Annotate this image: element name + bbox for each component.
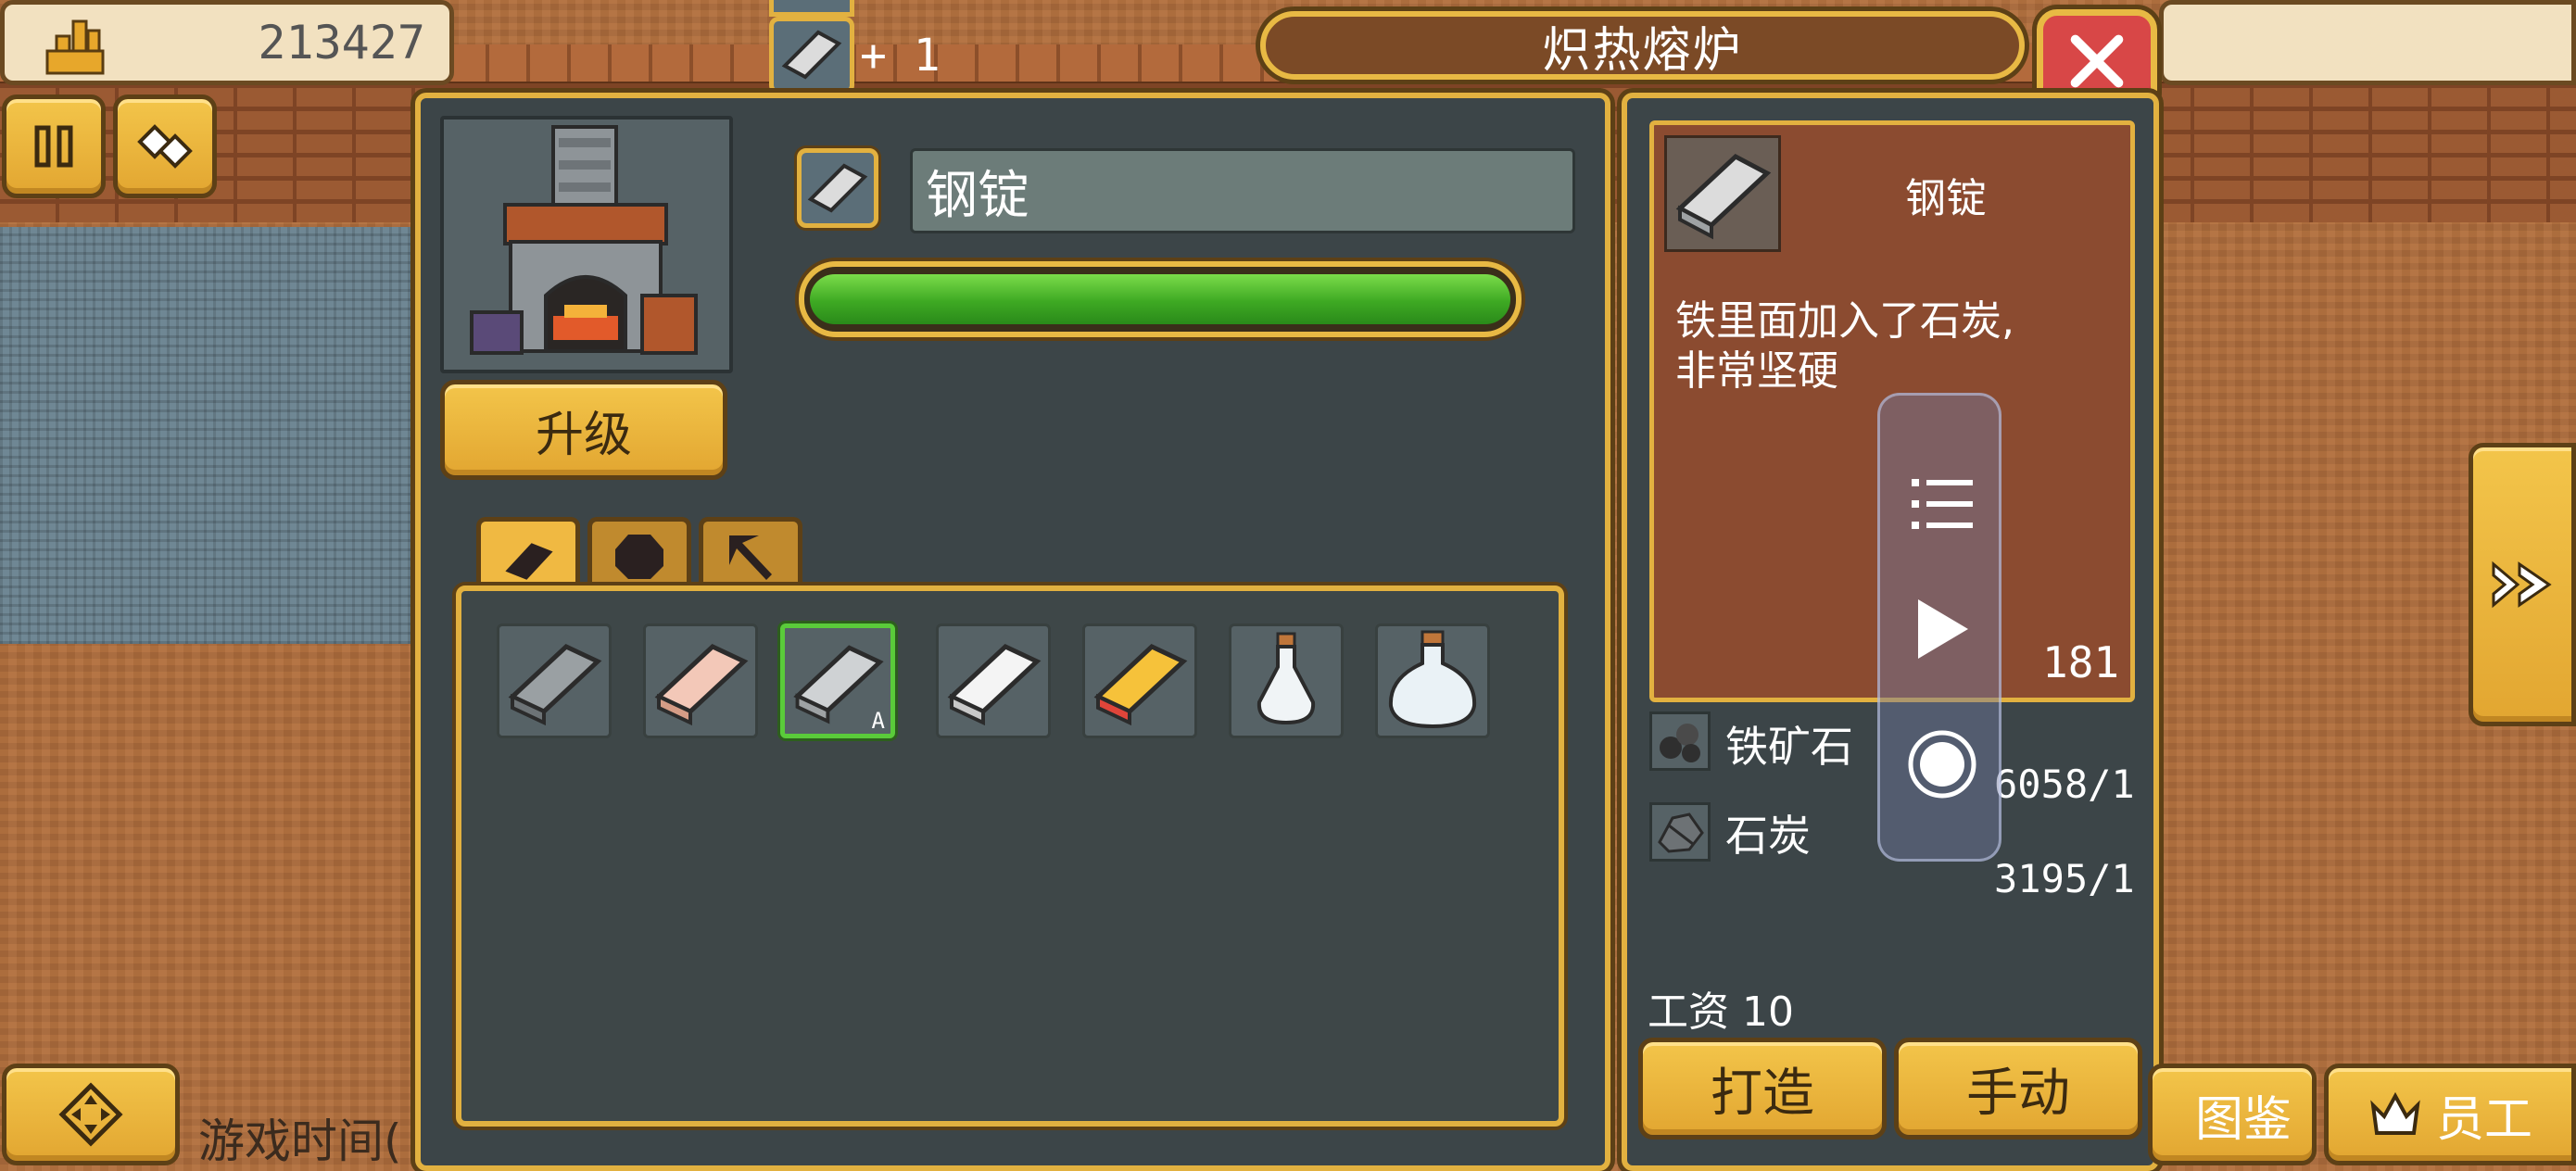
material-name: 铁矿石 xyxy=(1725,722,1853,772)
large-potion-icon xyxy=(1388,630,1477,729)
coin-stack-icon xyxy=(45,19,105,75)
manual-button[interactable]: 手动 xyxy=(1894,1038,2142,1140)
record-button[interactable] xyxy=(1880,729,2004,800)
product-icon-box xyxy=(797,148,878,228)
material-name: 石炭 xyxy=(1725,811,1811,861)
copper-ingot-icon xyxy=(654,644,749,726)
gold-ingot-icon xyxy=(1093,644,1188,726)
tab-gems[interactable] xyxy=(587,517,691,591)
tab-tools[interactable] xyxy=(699,517,802,591)
furnace-icon xyxy=(470,125,698,355)
steel-ingot-icon xyxy=(807,163,868,213)
next-page-button[interactable] xyxy=(2469,443,2576,726)
iron-ore-icon xyxy=(1660,724,1700,762)
staff-label: 员工 xyxy=(2435,1091,2532,1148)
top-right-bar xyxy=(2159,0,2576,85)
detail-owned-count: 181 xyxy=(2042,637,2120,687)
detail-item-name: 钢锭 xyxy=(1905,175,1987,222)
upgrade-button[interactable]: 升级 xyxy=(440,380,727,480)
gems-icon xyxy=(137,124,193,169)
crown-icon xyxy=(2370,1091,2420,1135)
queue-card[interactable] xyxy=(769,17,854,94)
upgrade-label: 升级 xyxy=(535,407,632,463)
description-line-2: 非常坚硬 xyxy=(1675,347,1838,395)
craft-label: 打造 xyxy=(1711,1063,1814,1124)
steel-ingot-icon xyxy=(1675,153,1772,240)
queue-card-above xyxy=(769,0,854,17)
window-title: 炽热熔炉 xyxy=(1260,11,2025,80)
craft-button[interactable]: 打造 xyxy=(1638,1038,1887,1140)
double-chevron-right-icon xyxy=(2492,560,2552,609)
money-panel: 213427 xyxy=(0,0,454,85)
recipe-slot-copper-ingot[interactable] xyxy=(643,623,758,738)
encyclopedia-button[interactable]: 图鉴 xyxy=(2148,1064,2317,1165)
material-quantity: 6058/1 xyxy=(1994,762,2135,807)
game-time-label: 游戏时间( xyxy=(198,1114,402,1168)
slot-auto-tag: A xyxy=(871,708,885,734)
stone-tile-floor xyxy=(0,227,436,644)
product-name: 钢锭 xyxy=(926,165,1029,226)
queue-count: + 1 xyxy=(860,30,941,82)
recipe-slot-steel-ingot[interactable]: A xyxy=(780,623,895,738)
product-name-field: 钢锭 xyxy=(910,148,1575,233)
pause-icon xyxy=(34,125,73,168)
pickaxe-icon xyxy=(729,535,772,580)
pause-button[interactable] xyxy=(2,94,106,198)
window-title-text: 炽热熔炉 xyxy=(1542,22,1743,79)
encyclopedia-label: 图鉴 xyxy=(2194,1091,2292,1148)
description-line-1: 铁里面加入了石炭, xyxy=(1675,297,2014,345)
coal-icon xyxy=(1658,812,1704,853)
manual-label: 手动 xyxy=(1966,1063,2070,1124)
detail-icon-box xyxy=(1664,135,1781,252)
move-button[interactable] xyxy=(2,1064,180,1165)
bar-icon xyxy=(505,542,553,580)
play-icon xyxy=(1918,599,1968,659)
wage-label: 工资 10 xyxy=(1648,988,1794,1036)
material-icon-box xyxy=(1649,711,1711,771)
menu-list-button[interactable] xyxy=(1880,473,2004,535)
recipe-slot-gold-ingot[interactable] xyxy=(1082,623,1197,738)
recipe-slot-iron-ingot[interactable] xyxy=(497,623,612,738)
silver-ingot-icon xyxy=(947,644,1042,726)
list-icon xyxy=(1912,479,1973,529)
media-control-overlay xyxy=(1877,393,2001,862)
crafting-progress-bar xyxy=(799,261,1522,337)
staff-button[interactable]: 员工 xyxy=(2324,1064,2576,1165)
recipe-slot-large-potion[interactable] xyxy=(1375,623,1490,738)
record-icon xyxy=(1908,730,1976,799)
recipe-slot-small-potion[interactable] xyxy=(1229,623,1344,738)
gem-icon xyxy=(615,534,663,579)
small-potion-icon xyxy=(1256,632,1316,725)
recipe-slot-silver-ingot[interactable] xyxy=(936,623,1051,738)
furnace-picture xyxy=(440,116,733,373)
dpad-icon xyxy=(58,1082,123,1147)
material-icon-box xyxy=(1649,802,1711,862)
iron-ingot-icon xyxy=(508,644,602,726)
gem-button[interactable] xyxy=(113,94,217,198)
material-quantity: 3195/1 xyxy=(1994,856,2135,901)
detail-description: 铁里面加入了石炭, 非常坚硬 xyxy=(1675,296,2102,397)
progress-fill xyxy=(810,274,1510,324)
play-button[interactable] xyxy=(1880,596,2004,662)
money-value: 213427 xyxy=(258,16,425,69)
steel-ingot-icon xyxy=(781,30,842,80)
